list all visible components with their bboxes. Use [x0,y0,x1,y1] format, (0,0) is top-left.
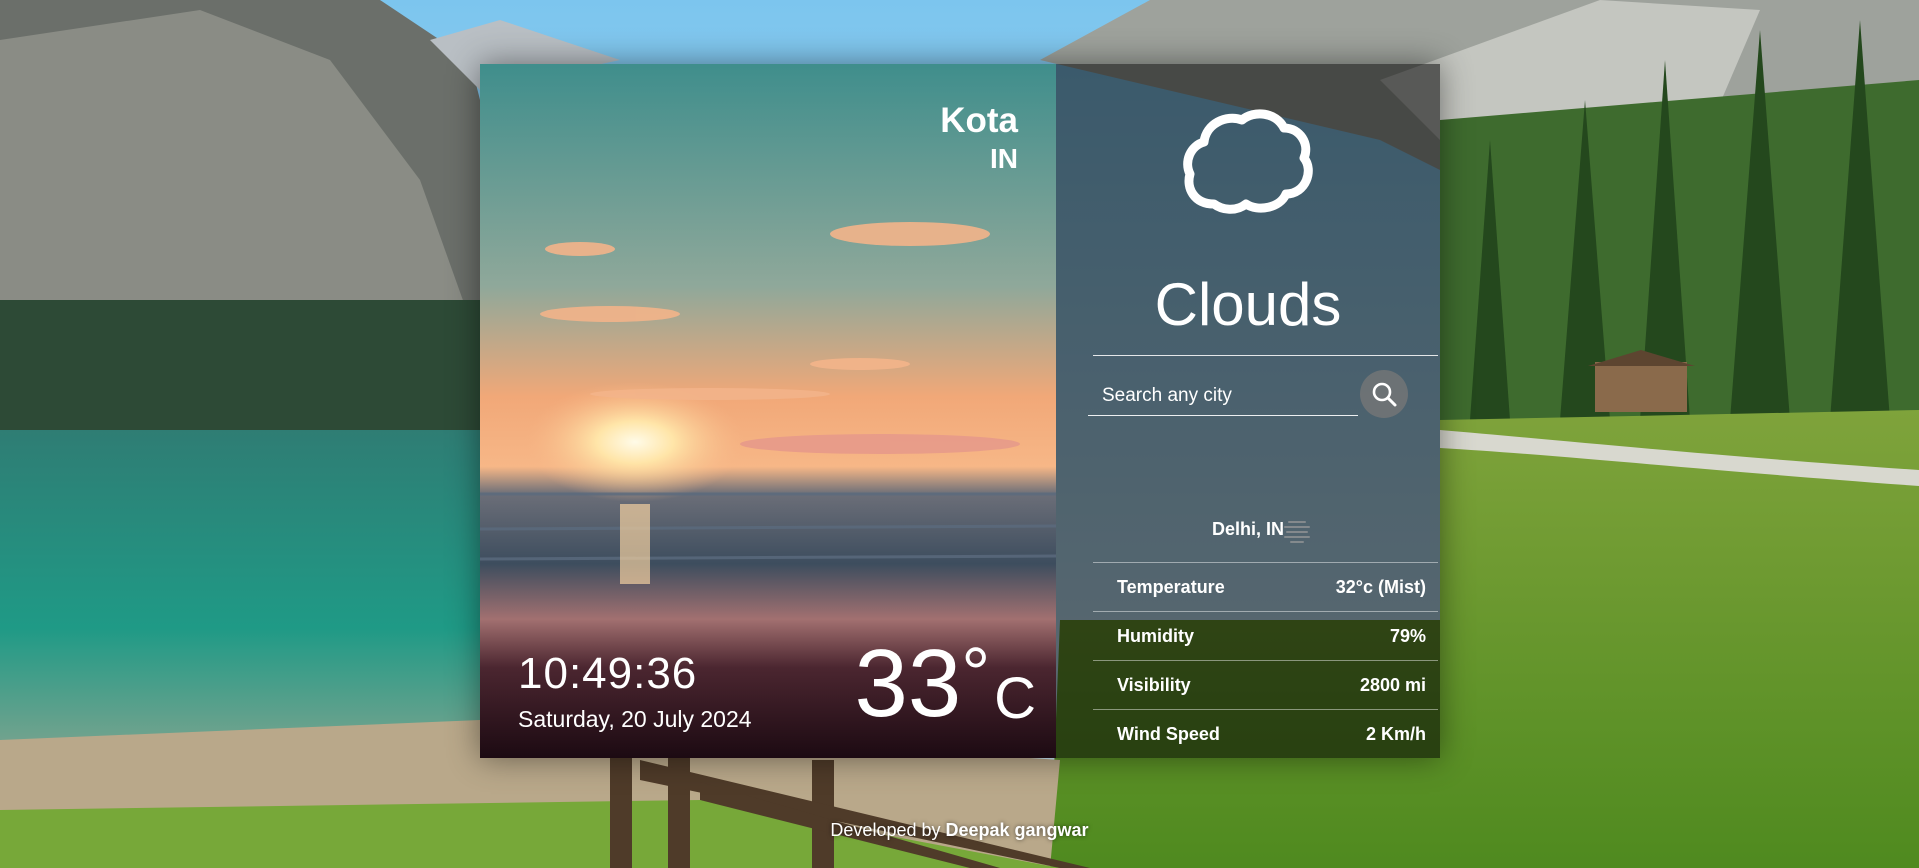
degree-symbol: ° [961,634,991,714]
search-button[interactable] [1360,370,1408,418]
detail-value: 2 Km/h [1365,723,1426,744]
result-city-name: Delhi, IN [1211,519,1284,539]
current-time: 10:49:36 [518,649,698,698]
detail-label: Visibility [1117,674,1191,695]
footer-author: Deepak gangwar [945,820,1089,840]
weather-details-list: Temperature 32°c (Mist) Humidity 79% Vis… [1093,562,1438,758]
detail-label: Wind Speed [1117,723,1220,744]
footer-prefix: Developed by [830,820,946,840]
mist-icon [1283,518,1311,544]
search-input[interactable] [1088,376,1358,416]
detail-row-humidity: Humidity 79% [1093,611,1438,660]
weather-condition: Clouds [1154,271,1342,338]
search-weather-panel: Clouds Delhi, IN [1056,64,1440,758]
detail-label: Humidity [1117,625,1195,646]
temperature-value: 33 [854,630,962,737]
cloud-icon [1176,108,1316,224]
current-temperature: 33 ° C [855,636,1036,732]
country-code: IN [990,143,1018,174]
detail-value: 79% [1389,625,1426,646]
detail-label: Temperature [1117,576,1225,597]
divider [1093,355,1438,356]
search-bar [1088,370,1408,426]
city-name: Kota [940,101,1018,140]
temperature-unit: C [994,666,1036,731]
detail-row-temperature: Temperature 32°c (Mist) [1093,562,1438,611]
weather-card: Kota IN 10:49:36 Saturday, 20 July 2024 … [480,64,1440,758]
search-icon [1372,382,1397,407]
location-label: Kota IN [940,100,1018,176]
footer-credit: Developed by Deepak gangwar [0,820,1919,841]
local-weather-panel: Kota IN 10:49:36 Saturday, 20 July 2024 … [480,64,1056,758]
detail-value: 32°c (Mist) [1335,576,1426,597]
clock-block: 10:49:36 Saturday, 20 July 2024 [518,648,752,734]
detail-value: 2800 mi [1359,674,1426,695]
current-date: Saturday, 20 July 2024 [518,706,752,732]
detail-row-visibility: Visibility 2800 mi [1093,660,1438,709]
detail-row-wind-speed: Wind Speed 2 Km/h [1093,709,1438,758]
